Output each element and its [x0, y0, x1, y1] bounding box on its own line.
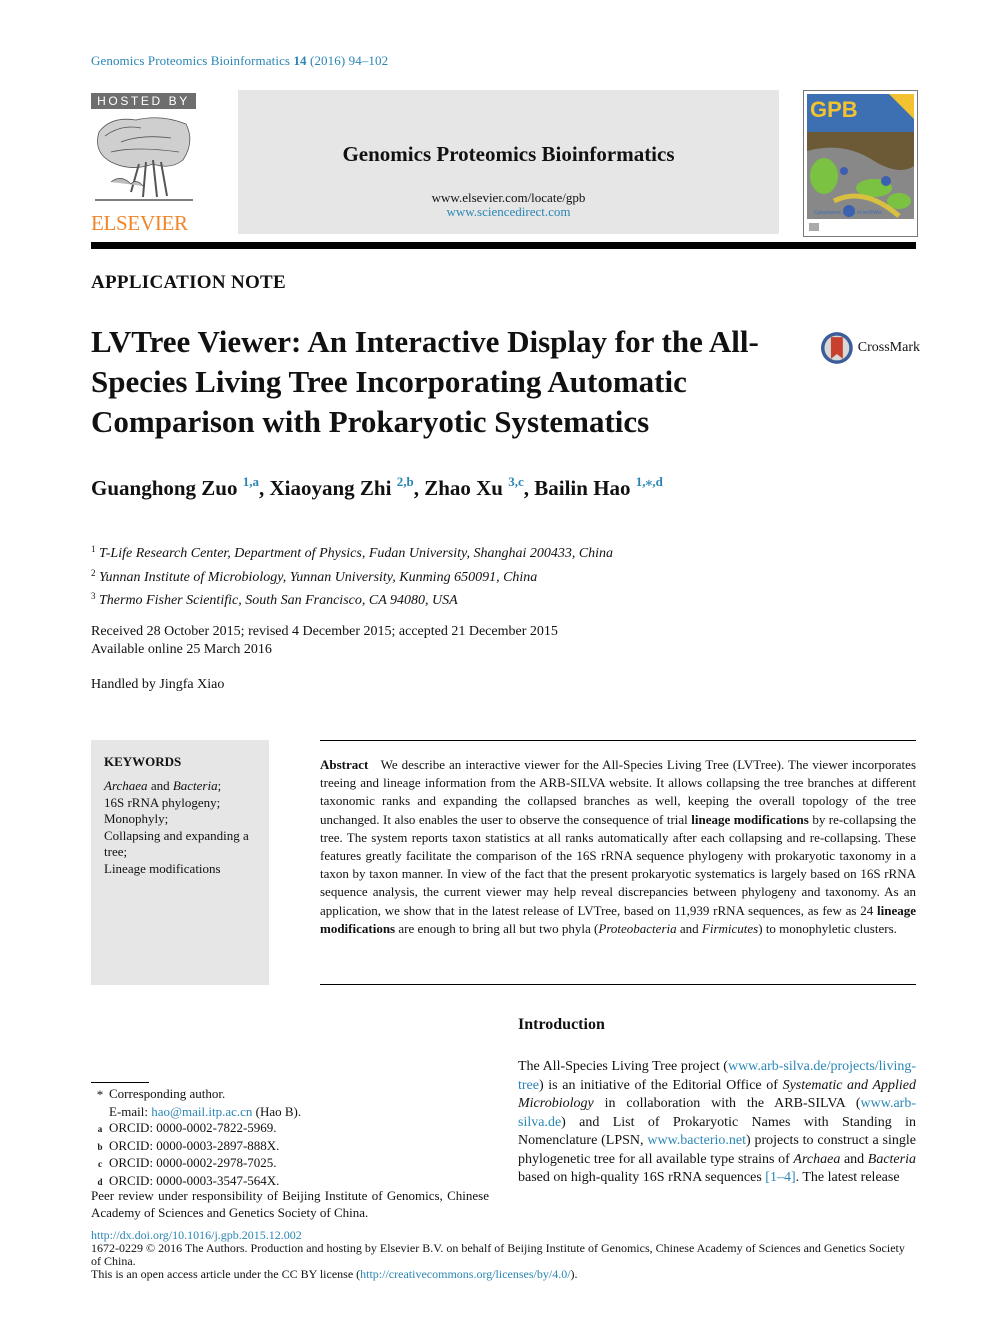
intro-text: ) is an initiative of the Editorial Offi…: [538, 1077, 783, 1093]
italic-term: Proteobacteria: [598, 920, 677, 936]
author: Xiaoyang Zhi 2,b: [269, 474, 414, 500]
affiliation: 3 Thermo Fisher Scientific, South San Fr…: [91, 591, 458, 608]
orcid-note: a ORCID: 0000-0002-7822-5969.: [97, 1120, 277, 1135]
cover-caption: Cytoplasmic Roles of lncRNAs: [814, 210, 882, 216]
abstract-bottom-rule: [320, 984, 916, 985]
crossmark-icon: [820, 332, 853, 364]
keyword-text: 16S rRNA phylogeny;: [104, 794, 221, 810]
running-head-year-pages: (2016) 94–102: [310, 53, 389, 68]
italic-term: Firmicutes: [701, 920, 759, 936]
abstract-label: Abstract: [320, 757, 369, 772]
cover-art: GPB Cytoplasmic Roles of lncRNAs: [804, 91, 917, 236]
abstract-text: by re-collapsing the tree. The system re…: [320, 811, 917, 918]
email-note: E-mail: hao@mail.itp.ac.cn (Hao B).: [109, 1103, 302, 1119]
keyword-item: 16S rRNA phylogeny;: [104, 795, 264, 812]
journal-name: Genomics Proteomics Bioinformatics: [342, 142, 675, 166]
hosted-by-banner: HOSTED BY: [91, 93, 196, 109]
introduction-paragraph: The All-Species Living Tree project ( www…: [518, 1058, 916, 1188]
italic-term: Archaea: [104, 778, 148, 793]
running-head-journal: Genomics Proteomics Bioinformatics: [91, 53, 291, 68]
sciencedirect-link[interactable]: www.sciencedirect.com: [238, 204, 779, 220]
orcid-note: c ORCID: 0000-0002-2978-7025.: [98, 1155, 277, 1170]
peer-review-note: Peer review under responsibility of Beij…: [91, 1188, 489, 1220]
license-notice: This is an open access article under the…: [91, 1267, 578, 1281]
crossmark-label: CrossMark: [857, 340, 920, 355]
article-dates: Received 28 October 2015; revised 4 Dece…: [91, 623, 558, 659]
author-affiliation-mark[interactable]: 2,b: [397, 474, 414, 489]
intro-text: in collaboration with the ARB-SILVA (: [593, 1096, 861, 1111]
italic-term: Archaea: [793, 1151, 841, 1167]
keyword-text: Lineage modifications: [104, 860, 221, 876]
keyword-item: Lineage modifications: [104, 861, 264, 878]
author-affiliation-mark[interactable]: 1,a: [243, 474, 259, 489]
running-head-volume: 14: [293, 53, 307, 68]
publication-info: http://dx.doi.org/10.1016/j.gpb.2015.12.…: [91, 1229, 916, 1281]
keywords-title: KEYWORDS: [104, 754, 182, 769]
corresponding-author-note: * Corresponding author.: [96, 1086, 226, 1102]
license-link[interactable]: http://creativecommons.org/licenses/by/4…: [360, 1267, 570, 1281]
online-date: Available online 25 March 2016: [91, 642, 272, 657]
handling-editor: Handled by Jingfa Xiao: [91, 677, 225, 692]
affiliation: 2 Yunnan Institute of Microbiology, Yunn…: [91, 567, 538, 585]
elsevier-wordmark: ELSEVIER: [91, 211, 188, 235]
orcid-note: b ORCID: 0000-0003-2897-888X.: [97, 1137, 280, 1153]
abstract-top-rule: [320, 740, 916, 741]
introduction-heading: Introduction: [518, 1016, 605, 1033]
email-link[interactable]: hao@mail.itp.ac.cn: [151, 1104, 252, 1119]
author-list: Guanghong Zuo 1,a, Xiaoyang Zhi 2,b, Zha…: [91, 474, 663, 500]
abstract: Abstract We describe an interactive view…: [320, 756, 916, 938]
author: Guanghong Zuo 1,a: [91, 474, 259, 500]
inline-link[interactable]: www.bacterio.net: [647, 1133, 746, 1148]
author: Zhao Xu 3,c: [424, 474, 524, 500]
affiliations: 1 T-Life Research Center, Department of …: [91, 540, 613, 611]
intro-text: based on high-quality 16S rRNA sequences: [518, 1170, 766, 1185]
article-type: APPLICATION NOTE: [91, 272, 286, 293]
italic-term: Bacteria: [867, 1151, 916, 1167]
abstract-body: We describe an interactive viewer for th…: [320, 757, 916, 936]
history-dates: Received 28 October 2015; revised 4 Dece…: [91, 624, 558, 639]
keywords-list: Archaea and Bacteria; 16S rRNA phylogeny;…: [104, 778, 264, 877]
keyword-text: and: [147, 778, 173, 793]
crossmark-button[interactable]: CrossMark: [820, 331, 920, 365]
intro-text: The All-Species Living Tree project (: [518, 1059, 728, 1074]
elsevier-tree-icon: [95, 117, 193, 201]
keywords-box: KEYWORDS Archaea and Bacteria; 16S rRNA p…: [91, 740, 269, 985]
keyword-text: ;: [217, 778, 222, 793]
keyword-text: Collapsing and expanding a tree;: [104, 827, 249, 860]
inline-link[interactable]: [1–4]: [765, 1170, 795, 1185]
running-head[interactable]: Genomics Proteomics Bioinformatics 14 (2…: [91, 53, 388, 69]
abstract-text: ) to monophyletic clusters.: [758, 920, 897, 936]
article-title: LVTree Viewer: An Interactive Display fo…: [91, 324, 759, 439]
italic-term: Bacteria: [172, 778, 218, 793]
author: Bailin Hao 1,⁎,d: [534, 474, 663, 500]
bold-term: lineage modifications: [691, 811, 809, 827]
author-affiliation-mark[interactable]: 3,c: [508, 474, 524, 489]
abstract-text: and: [676, 920, 702, 936]
footnotes: * Corresponding author. E-mail: hao@mail…: [91, 1086, 491, 1190]
keyword-item: Archaea and Bacteria;: [104, 778, 264, 795]
author-affiliation-mark[interactable]: 1,⁎,d: [636, 474, 663, 489]
cover-logo: GPB: [810, 97, 858, 122]
intro-text: and: [840, 1151, 868, 1167]
keyword-item: Collapsing and expanding a tree;: [104, 828, 264, 861]
keyword-text: Monophyly;: [104, 811, 169, 826]
keyword-item: Monophyly;: [104, 811, 264, 828]
intro-text: . The latest release: [795, 1170, 900, 1185]
footnote-rule: [91, 1082, 149, 1083]
journal-banner: Genomics Proteomics Bioinformatics www.e…: [238, 90, 779, 234]
abstract-text: are enough to bring all but two phyla (: [395, 920, 599, 936]
copyright-notice: 1672-0229 © 2016 The Authors. Production…: [91, 1241, 905, 1268]
journal-cover[interactable]: GPB Cytoplasmic Roles of lncRNAs: [803, 90, 918, 237]
affiliation: 1 T-Life Research Center, Department of …: [91, 544, 614, 561]
masthead-rule: [91, 242, 916, 249]
